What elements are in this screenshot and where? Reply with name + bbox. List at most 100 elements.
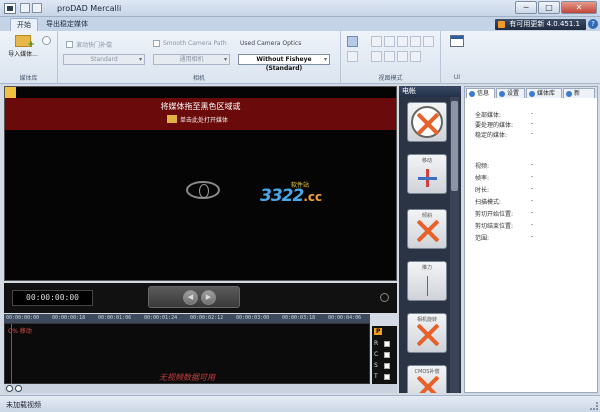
- media-viewer[interactable]: 将媒体拖至黑色区域或 单击此处打开媒体 3322.cc 软件站: [4, 86, 397, 281]
- info-row-stabilized: 稳定的媒体: -: [475, 130, 533, 139]
- info-label: 时长:: [475, 187, 490, 194]
- info-value: -: [531, 120, 534, 127]
- ruler-tick: 00:00:02:12: [190, 315, 224, 321]
- view-mode-icon[interactable]: [347, 36, 358, 47]
- open-folder-icon: [167, 115, 177, 123]
- tab-start[interactable]: 开始: [10, 18, 38, 31]
- no-video-message: 无视频数据可用: [159, 373, 215, 382]
- tab-settings[interactable]: 设置: [496, 88, 525, 98]
- disabled-x-icon: [416, 219, 440, 243]
- watermark-main: 3322: [260, 186, 304, 206]
- ui-layout-button[interactable]: [448, 35, 466, 61]
- ruler-tick: 00:00:01:06: [98, 315, 132, 321]
- optics-select[interactable]: Without Fisheye (Standard): [238, 54, 330, 72]
- track-button-s[interactable]: S: [374, 362, 390, 369]
- track-buttons: P R C S T: [372, 326, 397, 386]
- checkbox-box: [153, 40, 160, 47]
- view-overlay-icon[interactable]: [410, 36, 421, 47]
- track-checkbox[interactable]: [384, 340, 391, 347]
- track-button-r[interactable]: R: [374, 340, 391, 347]
- update-available-button[interactable]: 有可用更新 4.0.451.1: [495, 19, 586, 30]
- track-checkbox[interactable]: [384, 351, 391, 358]
- tile-move[interactable]: 移动: [407, 154, 447, 194]
- drop-zone[interactable]: 将媒体拖至黑色区域或 单击此处打开媒体: [5, 98, 396, 130]
- playback-controls: ◀ ▶: [148, 286, 240, 308]
- media-corner-icon: [5, 87, 16, 98]
- view-compare-icon[interactable]: [397, 36, 408, 47]
- app-icon[interactable]: [4, 3, 16, 14]
- ribbon-group-label: 视图模式: [378, 75, 403, 82]
- view-split-icon[interactable]: [371, 36, 382, 47]
- track-button-p[interactable]: P: [374, 328, 383, 335]
- view-side-icon[interactable]: [384, 36, 395, 47]
- timeline-track[interactable]: C% 移动 无视频数据可用: [4, 323, 370, 384]
- info-row-cut-end: 剪切结束位置: -: [475, 221, 533, 230]
- tab-export[interactable]: 导出稳定媒体: [40, 18, 94, 31]
- resize-grip-icon[interactable]: [590, 402, 598, 410]
- import-media-label: 导入媒体...: [8, 51, 38, 58]
- track-checkbox[interactable]: [383, 373, 390, 380]
- maximize-button[interactable]: □: [538, 1, 560, 14]
- track-button-t[interactable]: T: [374, 373, 390, 380]
- view-grid-icon[interactable]: [423, 36, 434, 47]
- import-media-button[interactable]: 导入媒体...: [6, 35, 40, 58]
- status-text: 未加载视频: [6, 401, 41, 409]
- track-button-c[interactable]: C: [374, 351, 391, 358]
- ribbon-group-label: 媒体库: [19, 75, 38, 82]
- tile-thrust[interactable]: 推力: [407, 261, 447, 301]
- info-value: -: [531, 209, 534, 216]
- view-option-icon[interactable]: [371, 51, 382, 62]
- smooth-path-checkbox[interactable]: Smooth Camera Path: [153, 40, 227, 47]
- standard-select[interactable]: Standard: [63, 54, 145, 65]
- tab-library[interactable]: 媒体库: [526, 88, 562, 98]
- next-frame-button[interactable]: ▶: [201, 290, 216, 305]
- folder-add-icon: [15, 35, 35, 50]
- view-option-icon[interactable]: [397, 51, 408, 62]
- tile-title: 相机旋转: [416, 317, 437, 323]
- quick-access-dropdown-icon[interactable]: [32, 3, 42, 13]
- ribbon-group-camera: 滚动快门补偿 Smooth Camera Path Used Camera Op…: [58, 31, 341, 84]
- track-checkbox[interactable]: [383, 362, 390, 369]
- info-row-total-media: 全部媒体: -: [475, 110, 533, 119]
- view-mode-icon[interactable]: [347, 51, 358, 62]
- view-option-icon[interactable]: [384, 51, 395, 62]
- help-icon[interactable]: ?: [588, 19, 598, 29]
- quick-access-icon[interactable]: [20, 3, 30, 13]
- minimize-button[interactable]: ─: [515, 1, 537, 14]
- info-label: 剪切结束位置:: [475, 223, 514, 230]
- camera-select[interactable]: 通用相机: [153, 54, 230, 65]
- timeline-zoom-bar: [4, 384, 397, 393]
- tile-cmos[interactable]: CMOS补偿: [407, 365, 447, 393]
- settings-icon[interactable]: [380, 293, 389, 302]
- info-row-video: 视频: -: [475, 161, 533, 170]
- checkbox-box: [66, 41, 73, 48]
- window-title: proDAD Mercalli: [57, 4, 122, 13]
- info-value: -: [531, 221, 534, 228]
- ruler-tick: 00:00:00:18: [52, 315, 86, 321]
- view-option-icon[interactable]: [410, 51, 421, 62]
- info-row-to-process: 要处理的媒体: -: [475, 120, 533, 129]
- info-row-range: 范围: -: [475, 233, 533, 242]
- thrust-icon: [427, 276, 428, 296]
- timeline-ruler[interactable]: 00:00:00:00 00:00:00:18 00:00:01:06 00:0…: [4, 314, 370, 323]
- tile-rotate[interactable]: 相机旋转: [407, 313, 447, 353]
- tile-time[interactable]: [407, 102, 447, 142]
- scrollbar-thumb[interactable]: [451, 101, 458, 191]
- rolling-shutter-checkbox[interactable]: 滚动快门补偿: [66, 40, 112, 49]
- tab-new[interactable]: 新: [563, 88, 595, 98]
- zoom-in-icon[interactable]: [6, 385, 13, 392]
- tab-info[interactable]: 信息: [466, 88, 495, 98]
- close-button[interactable]: ✕: [561, 1, 597, 14]
- track-p-label: P: [374, 328, 383, 335]
- motion-panel-scrollbar[interactable]: [450, 97, 459, 393]
- camera-optics-label: Used Camera Optics: [240, 40, 302, 47]
- prodad-logo: [186, 181, 220, 199]
- crosshair-bar: [418, 177, 437, 180]
- open-media-link[interactable]: 单击此处打开媒体: [180, 115, 228, 124]
- zoom-out-icon[interactable]: [15, 385, 22, 392]
- info-row-scan-mode: 扫描模式: -: [475, 197, 533, 206]
- info-row-framerate: 帧率: -: [475, 173, 533, 182]
- previous-frame-button[interactable]: ◀: [183, 290, 198, 305]
- tile-tilt[interactable]: 倾斜: [407, 209, 447, 249]
- options-toggle-icon[interactable]: [42, 36, 51, 45]
